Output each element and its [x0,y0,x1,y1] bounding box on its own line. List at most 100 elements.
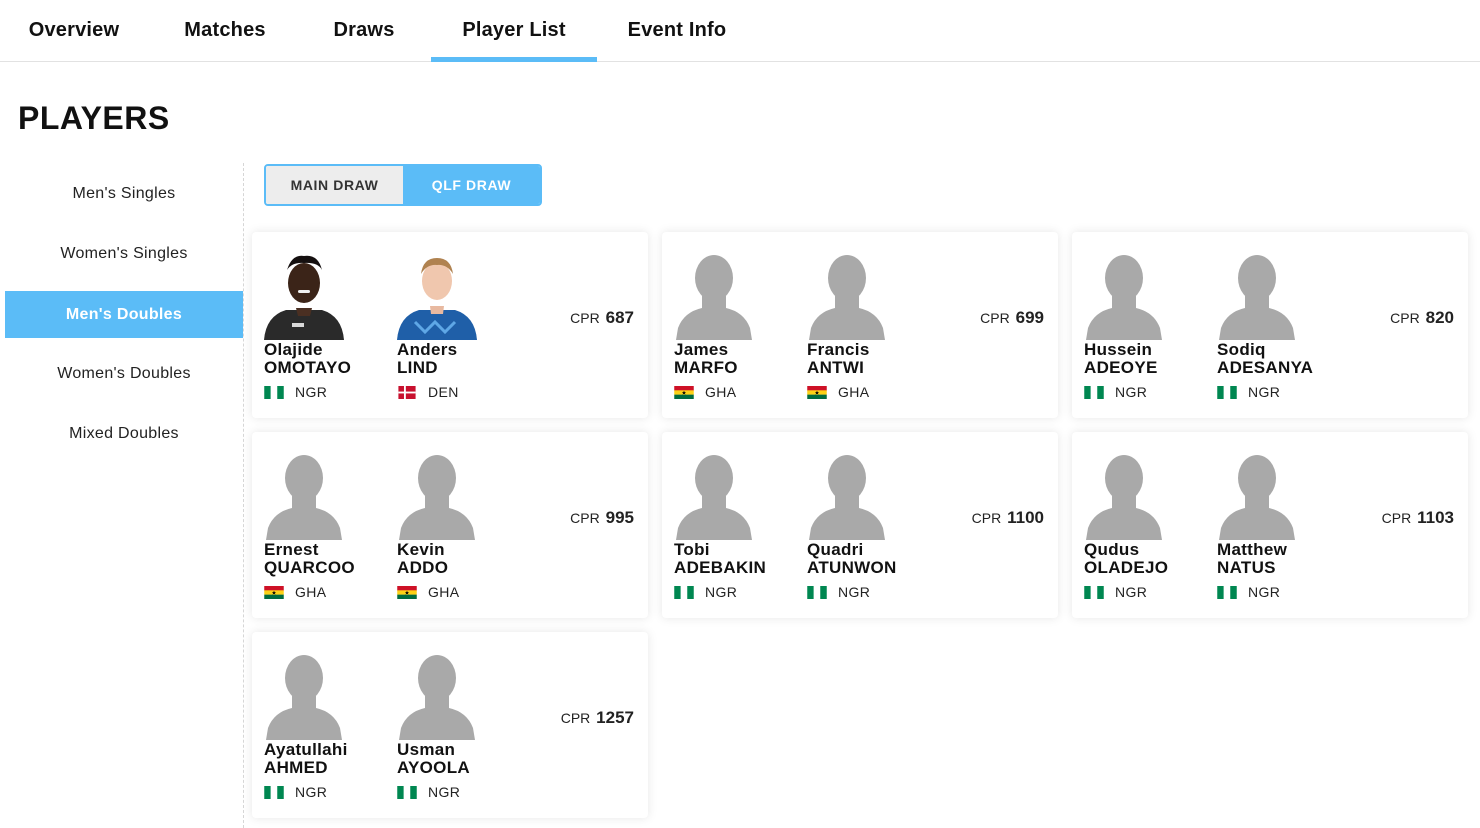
player-first-name: Ayatullahi [264,740,348,759]
player-entry: Olajide OMOTAYO NGR [252,232,382,418]
player-name[interactable]: Sodiq ADESANYA [1217,341,1313,377]
player-name[interactable]: Hussein ADEOYE [1084,341,1158,377]
tab-player-list[interactable]: Player List [431,0,597,62]
player-entry: Usman AYOOLA NGR [385,632,515,818]
team-card[interactable]: Tobi ADEBAKIN NGR Quadri ATUNWON NGR CPR 1100 [662,432,1058,618]
country-code: GHA [705,384,737,400]
team-card[interactable]: Olajide OMOTAYO NGR Anders LIND DEN CPR 687 [252,232,648,418]
player-name[interactable]: Kevin ADDO [397,541,448,577]
main-draw-button[interactable]: MAIN DRAW [266,166,403,204]
player-name[interactable]: Francis ANTWI [807,341,870,377]
team-cpr-rating: CPR 699 [980,308,1044,328]
flag-gha-icon [397,585,417,599]
tab-matches[interactable]: Matches [170,0,280,61]
team-card[interactable]: Ayatullahi AHMED NGR Usman AYOOLA NGR CPR 1257 [252,632,648,818]
player-country: NGR [1217,584,1280,600]
player-name[interactable]: Quadri ATUNWON [807,541,897,577]
player-name[interactable]: Ayatullahi AHMED [264,741,348,777]
player-first-name: Usman [397,740,456,759]
player-country: GHA [674,384,737,400]
player-name[interactable]: Qudus OLADEJO [1084,541,1168,577]
country-code: DEN [428,384,459,400]
player-first-name: Matthew [1217,540,1288,559]
flag-ngr-icon [1084,585,1104,599]
qlf-draw-button[interactable]: QLF DRAW [403,166,540,204]
sidebar-item-mens-doubles[interactable]: Men's Doubles [5,291,243,338]
cpr-value: 995 [605,508,634,527]
team-cpr-rating: CPR 995 [570,508,634,528]
country-code: NGR [1248,584,1281,600]
country-code: NGR [428,784,461,800]
player-country: NGR [674,584,737,600]
player-country: DEN [397,384,459,400]
player-first-name: Anders [397,340,458,359]
avatar-placeholder-icon [395,650,479,740]
country-code: NGR [838,584,871,600]
player-name[interactable]: James MARFO [674,341,738,377]
player-last-name: AHMED [264,758,328,777]
player-country: GHA [807,384,870,400]
flag-ngr-icon [264,385,284,399]
top-tab-bar: Overview Matches Draws Player List Event… [0,0,1480,62]
player-name[interactable]: Olajide OMOTAYO [264,341,351,377]
avatar-placeholder-icon [262,650,346,740]
cpr-label: CPR [1390,310,1420,326]
cpr-value: 1257 [596,708,634,727]
player-entry: Tobi ADEBAKIN NGR [662,432,792,618]
player-last-name: OLADEJO [1084,558,1169,577]
player-country: NGR [807,584,870,600]
player-first-name: Quadri [807,540,864,559]
flag-den-icon [397,385,417,399]
avatar-placeholder-icon [805,250,889,340]
team-cpr-rating: CPR 1257 [561,708,634,728]
cpr-label: CPR [570,510,600,526]
player-last-name: AYOOLA [397,758,470,777]
flag-ngr-icon [674,585,694,599]
cpr-label: CPR [971,510,1002,526]
player-entry: James MARFO GHA [662,232,792,418]
team-card[interactable]: James MARFO GHA Francis ANTWI GHA CPR 699 [662,232,1058,418]
player-country: NGR [1217,384,1280,400]
cpr-value: 1103 [1417,508,1454,527]
player-last-name: LIND [397,358,438,377]
tab-event-info[interactable]: Event Info [614,0,740,61]
player-first-name: Ernest [264,540,319,559]
player-first-name: Kevin [397,540,445,559]
country-code: GHA [838,384,870,400]
player-country: NGR [397,784,460,800]
tab-draws[interactable]: Draws [320,0,408,61]
flag-ngr-icon [1217,385,1237,399]
sidebar-item-mens-singles[interactable]: Men's Singles [5,170,243,217]
country-code: GHA [428,584,460,600]
player-country: GHA [264,584,327,600]
sidebar-item-womens-doubles[interactable]: Women's Doubles [5,350,243,397]
player-country: NGR [1084,384,1147,400]
team-card[interactable]: Ernest QUARCOO GHA Kevin ADDO GHA CPR 995 [252,432,648,618]
player-last-name: QUARCOO [264,558,355,577]
cpr-label: CPR [980,310,1010,326]
player-name[interactable]: Ernest QUARCOO [264,541,355,577]
team-card[interactable]: Qudus OLADEJO NGR Matthew NATUS NGR CPR 1103 [1072,432,1468,618]
player-entry: Ayatullahi AHMED NGR [252,632,382,818]
player-first-name: Francis [807,340,870,359]
player-name[interactable]: Usman AYOOLA [397,741,470,777]
player-last-name: NATUS [1217,558,1276,577]
flag-ngr-icon [397,785,417,799]
team-cpr-rating: CPR 820 [1390,308,1454,328]
player-name[interactable]: Anders LIND [397,341,457,377]
player-photo [262,250,346,340]
sidebar-item-mixed-doubles[interactable]: Mixed Doubles [5,410,243,457]
player-first-name: Qudus [1084,540,1140,559]
cpr-label: CPR [560,710,591,726]
team-card[interactable]: Hussein ADEOYE NGR Sodiq ADESANYA NGR CPR 820 [1072,232,1468,418]
player-first-name: Sodiq [1217,340,1266,359]
sidebar-item-womens-singles[interactable]: Women's Singles [5,230,243,277]
player-name[interactable]: Tobi ADEBAKIN [674,541,766,577]
player-name[interactable]: Matthew NATUS [1217,541,1287,577]
tab-overview[interactable]: Overview [18,0,130,61]
avatar-placeholder-icon [672,450,756,540]
country-code: NGR [1248,384,1281,400]
country-code: NGR [295,384,328,400]
player-entry: Anders LIND DEN [385,232,515,418]
player-last-name: OMOTAYO [264,358,352,377]
